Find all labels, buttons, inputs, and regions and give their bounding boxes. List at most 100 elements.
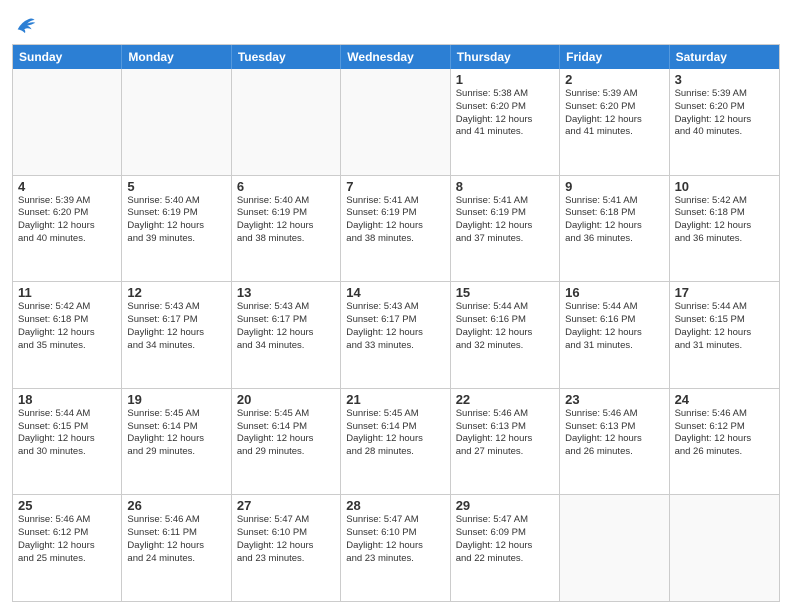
calendar-cell: 28Sunrise: 5:47 AM Sunset: 6:10 PM Dayli… <box>341 495 450 601</box>
day-number: 26 <box>127 498 225 513</box>
calendar-cell: 13Sunrise: 5:43 AM Sunset: 6:17 PM Dayli… <box>232 282 341 388</box>
day-number: 14 <box>346 285 444 300</box>
calendar-cell: 10Sunrise: 5:42 AM Sunset: 6:18 PM Dayli… <box>670 176 779 282</box>
day-number: 17 <box>675 285 774 300</box>
calendar-cell: 16Sunrise: 5:44 AM Sunset: 6:16 PM Dayli… <box>560 282 669 388</box>
day-number: 1 <box>456 72 554 87</box>
calendar-header-day: Wednesday <box>341 45 450 69</box>
day-number: 19 <box>127 392 225 407</box>
calendar-header-day: Sunday <box>13 45 122 69</box>
day-info: Sunrise: 5:40 AM Sunset: 6:19 PM Dayligh… <box>127 195 225 246</box>
day-info: Sunrise: 5:43 AM Sunset: 6:17 PM Dayligh… <box>127 301 225 352</box>
day-info: Sunrise: 5:46 AM Sunset: 6:13 PM Dayligh… <box>565 408 663 459</box>
day-info: Sunrise: 5:47 AM Sunset: 6:10 PM Dayligh… <box>346 514 444 565</box>
day-info: Sunrise: 5:45 AM Sunset: 6:14 PM Dayligh… <box>237 408 335 459</box>
calendar-week-row: 4Sunrise: 5:39 AM Sunset: 6:20 PM Daylig… <box>13 176 779 283</box>
day-info: Sunrise: 5:43 AM Sunset: 6:17 PM Dayligh… <box>346 301 444 352</box>
calendar-week-row: 25Sunrise: 5:46 AM Sunset: 6:12 PM Dayli… <box>13 495 779 601</box>
day-number: 21 <box>346 392 444 407</box>
day-number: 13 <box>237 285 335 300</box>
day-info: Sunrise: 5:39 AM Sunset: 6:20 PM Dayligh… <box>565 88 663 139</box>
day-number: 5 <box>127 179 225 194</box>
day-number: 6 <box>237 179 335 194</box>
calendar-week-row: 18Sunrise: 5:44 AM Sunset: 6:15 PM Dayli… <box>13 389 779 496</box>
calendar-cell: 12Sunrise: 5:43 AM Sunset: 6:17 PM Dayli… <box>122 282 231 388</box>
day-number: 7 <box>346 179 444 194</box>
calendar-header-day: Saturday <box>670 45 779 69</box>
calendar-cell: 29Sunrise: 5:47 AM Sunset: 6:09 PM Dayli… <box>451 495 560 601</box>
day-number: 11 <box>18 285 116 300</box>
day-info: Sunrise: 5:45 AM Sunset: 6:14 PM Dayligh… <box>127 408 225 459</box>
calendar-cell <box>560 495 669 601</box>
day-number: 27 <box>237 498 335 513</box>
calendar-week-row: 11Sunrise: 5:42 AM Sunset: 6:18 PM Dayli… <box>13 282 779 389</box>
calendar-cell <box>670 495 779 601</box>
day-info: Sunrise: 5:43 AM Sunset: 6:17 PM Dayligh… <box>237 301 335 352</box>
day-number: 20 <box>237 392 335 407</box>
calendar-cell: 19Sunrise: 5:45 AM Sunset: 6:14 PM Dayli… <box>122 389 231 495</box>
day-number: 28 <box>346 498 444 513</box>
calendar-cell <box>341 69 450 175</box>
calendar: SundayMondayTuesdayWednesdayThursdayFrid… <box>12 44 780 602</box>
calendar-header-day: Thursday <box>451 45 560 69</box>
day-info: Sunrise: 5:40 AM Sunset: 6:19 PM Dayligh… <box>237 195 335 246</box>
day-info: Sunrise: 5:41 AM Sunset: 6:18 PM Dayligh… <box>565 195 663 246</box>
calendar-cell: 1Sunrise: 5:38 AM Sunset: 6:20 PM Daylig… <box>451 69 560 175</box>
calendar-cell: 15Sunrise: 5:44 AM Sunset: 6:16 PM Dayli… <box>451 282 560 388</box>
day-number: 23 <box>565 392 663 407</box>
day-info: Sunrise: 5:42 AM Sunset: 6:18 PM Dayligh… <box>18 301 116 352</box>
calendar-header-day: Tuesday <box>232 45 341 69</box>
calendar-cell: 4Sunrise: 5:39 AM Sunset: 6:20 PM Daylig… <box>13 176 122 282</box>
calendar-cell: 21Sunrise: 5:45 AM Sunset: 6:14 PM Dayli… <box>341 389 450 495</box>
day-info: Sunrise: 5:44 AM Sunset: 6:15 PM Dayligh… <box>675 301 774 352</box>
day-info: Sunrise: 5:45 AM Sunset: 6:14 PM Dayligh… <box>346 408 444 459</box>
day-info: Sunrise: 5:46 AM Sunset: 6:12 PM Dayligh… <box>18 514 116 565</box>
calendar-cell: 24Sunrise: 5:46 AM Sunset: 6:12 PM Dayli… <box>670 389 779 495</box>
day-info: Sunrise: 5:44 AM Sunset: 6:16 PM Dayligh… <box>565 301 663 352</box>
calendar-week-row: 1Sunrise: 5:38 AM Sunset: 6:20 PM Daylig… <box>13 69 779 176</box>
calendar-cell: 17Sunrise: 5:44 AM Sunset: 6:15 PM Dayli… <box>670 282 779 388</box>
calendar-cell: 6Sunrise: 5:40 AM Sunset: 6:19 PM Daylig… <box>232 176 341 282</box>
calendar-cell: 27Sunrise: 5:47 AM Sunset: 6:10 PM Dayli… <box>232 495 341 601</box>
calendar-cell: 22Sunrise: 5:46 AM Sunset: 6:13 PM Dayli… <box>451 389 560 495</box>
day-number: 4 <box>18 179 116 194</box>
day-number: 8 <box>456 179 554 194</box>
day-number: 16 <box>565 285 663 300</box>
calendar-cell <box>122 69 231 175</box>
day-number: 3 <box>675 72 774 87</box>
day-info: Sunrise: 5:47 AM Sunset: 6:09 PM Dayligh… <box>456 514 554 565</box>
day-number: 29 <box>456 498 554 513</box>
day-info: Sunrise: 5:44 AM Sunset: 6:15 PM Dayligh… <box>18 408 116 459</box>
day-info: Sunrise: 5:38 AM Sunset: 6:20 PM Dayligh… <box>456 88 554 139</box>
day-number: 10 <box>675 179 774 194</box>
page: SundayMondayTuesdayWednesdayThursdayFrid… <box>0 0 792 612</box>
day-info: Sunrise: 5:42 AM Sunset: 6:18 PM Dayligh… <box>675 195 774 246</box>
calendar-cell: 8Sunrise: 5:41 AM Sunset: 6:19 PM Daylig… <box>451 176 560 282</box>
day-info: Sunrise: 5:46 AM Sunset: 6:13 PM Dayligh… <box>456 408 554 459</box>
calendar-cell: 14Sunrise: 5:43 AM Sunset: 6:17 PM Dayli… <box>341 282 450 388</box>
day-number: 15 <box>456 285 554 300</box>
day-info: Sunrise: 5:46 AM Sunset: 6:11 PM Dayligh… <box>127 514 225 565</box>
calendar-cell: 3Sunrise: 5:39 AM Sunset: 6:20 PM Daylig… <box>670 69 779 175</box>
calendar-cell: 25Sunrise: 5:46 AM Sunset: 6:12 PM Dayli… <box>13 495 122 601</box>
calendar-cell: 5Sunrise: 5:40 AM Sunset: 6:19 PM Daylig… <box>122 176 231 282</box>
calendar-cell: 20Sunrise: 5:45 AM Sunset: 6:14 PM Dayli… <box>232 389 341 495</box>
day-number: 25 <box>18 498 116 513</box>
day-number: 9 <box>565 179 663 194</box>
day-info: Sunrise: 5:44 AM Sunset: 6:16 PM Dayligh… <box>456 301 554 352</box>
calendar-cell: 9Sunrise: 5:41 AM Sunset: 6:18 PM Daylig… <box>560 176 669 282</box>
calendar-cell: 2Sunrise: 5:39 AM Sunset: 6:20 PM Daylig… <box>560 69 669 175</box>
day-info: Sunrise: 5:47 AM Sunset: 6:10 PM Dayligh… <box>237 514 335 565</box>
calendar-cell: 23Sunrise: 5:46 AM Sunset: 6:13 PM Dayli… <box>560 389 669 495</box>
day-number: 24 <box>675 392 774 407</box>
calendar-header-day: Friday <box>560 45 669 69</box>
day-info: Sunrise: 5:39 AM Sunset: 6:20 PM Dayligh… <box>18 195 116 246</box>
calendar-cell <box>232 69 341 175</box>
day-info: Sunrise: 5:39 AM Sunset: 6:20 PM Dayligh… <box>675 88 774 139</box>
calendar-cell: 26Sunrise: 5:46 AM Sunset: 6:11 PM Dayli… <box>122 495 231 601</box>
logo-bird-icon <box>14 14 36 36</box>
calendar-cell: 7Sunrise: 5:41 AM Sunset: 6:19 PM Daylig… <box>341 176 450 282</box>
calendar-body: 1Sunrise: 5:38 AM Sunset: 6:20 PM Daylig… <box>13 69 779 601</box>
calendar-cell <box>13 69 122 175</box>
day-info: Sunrise: 5:41 AM Sunset: 6:19 PM Dayligh… <box>456 195 554 246</box>
